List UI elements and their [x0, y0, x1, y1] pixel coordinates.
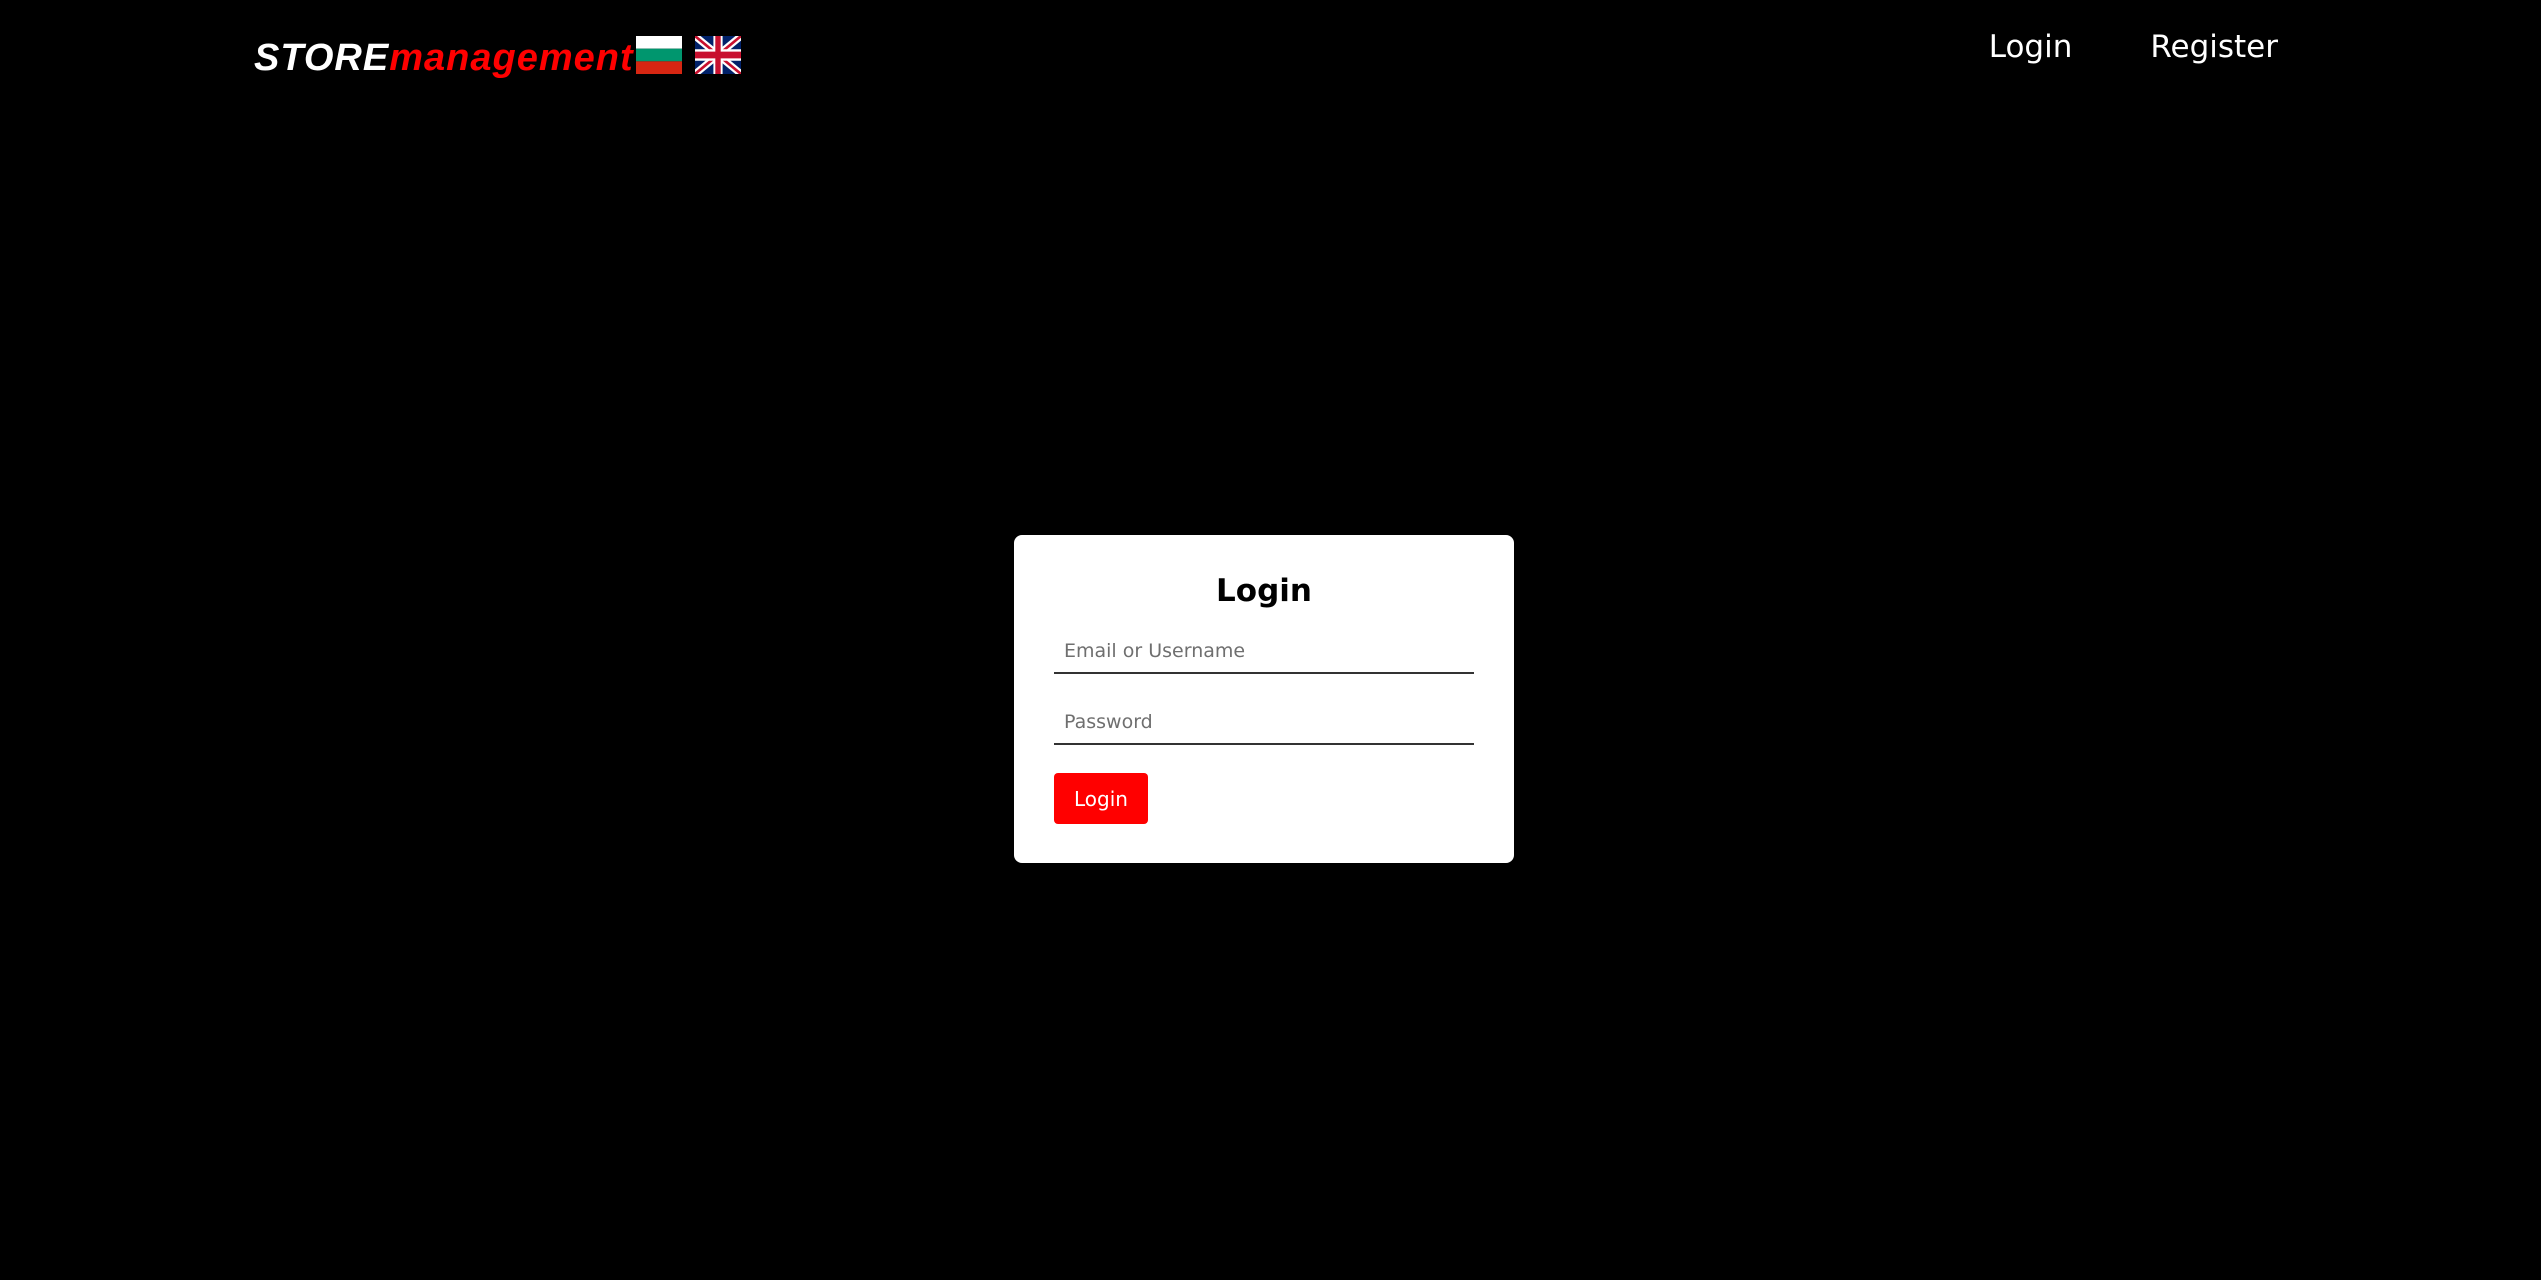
login-submit-button[interactable]: Login: [1054, 773, 1148, 824]
login-title: Login: [1216, 573, 1312, 609]
bulgaria-flag-icon[interactable]: [636, 36, 682, 74]
login-card: Login Login: [1014, 535, 1514, 863]
nav-login-link[interactable]: Login: [1989, 24, 2073, 70]
language-switcher: [636, 36, 741, 74]
page: STORE management Login Register Login Em…: [0, 0, 2541, 1280]
main-nav: Login Register: [1989, 24, 2278, 70]
logo-management-text: management: [389, 36, 634, 79]
top-navbar: STORE management Login Register: [0, 0, 2541, 100]
store-management-logo[interactable]: STORE management: [254, 30, 634, 86]
uk-flag-icon[interactable]: [695, 36, 741, 74]
password-input[interactable]: [1054, 701, 1474, 745]
nav-register-link[interactable]: Register: [2150, 24, 2278, 70]
email-username-input[interactable]: [1054, 630, 1474, 674]
logo-store-text: STORE: [254, 36, 390, 79]
